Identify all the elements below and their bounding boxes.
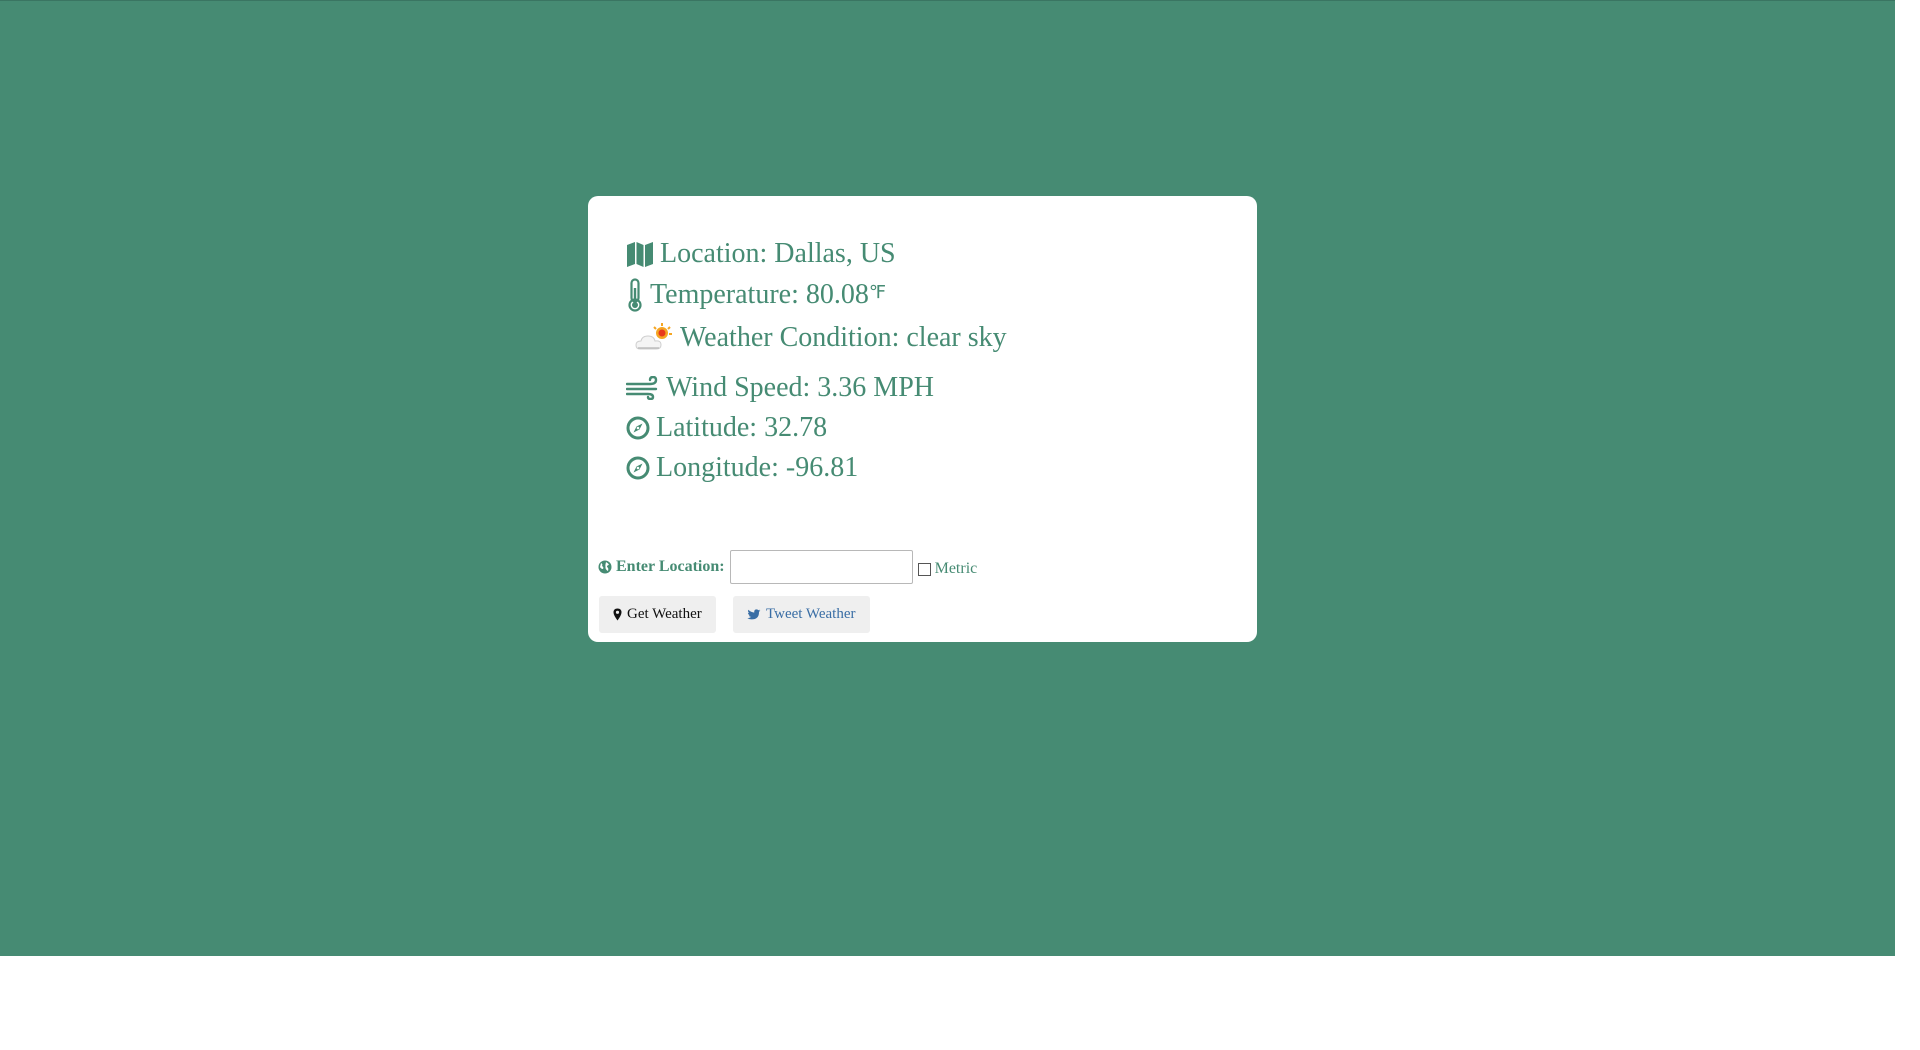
wind-row: Wind Speed: 3.36 MPH (626, 372, 934, 404)
tweet-weather-label: Tweet Weather (766, 606, 856, 622)
compass-icon (626, 416, 650, 440)
wind-text: Wind Speed: 3.36 MPH (666, 372, 934, 403)
thermometer-icon (626, 278, 644, 312)
metric-label: Metric (934, 560, 978, 577)
page-background: Location: Dallas, US Temperature: 80.08 ℉ (0, 0, 1895, 956)
metric-checkbox[interactable] (917, 562, 931, 576)
location-label: Enter Location: (598, 558, 725, 576)
get-weather-label: Get Weather (627, 606, 702, 622)
longitude-row: Longitude: -96.81 (626, 452, 858, 484)
wind-icon (626, 376, 660, 400)
map-marker-icon (613, 608, 622, 621)
weather-card: Location: Dallas, US Temperature: 80.08 ℉ (588, 196, 1257, 642)
globe-icon (598, 560, 612, 574)
metric-toggle[interactable]: Metric (917, 560, 978, 578)
location-form: Enter Location: Metric (598, 550, 977, 584)
temperature-text: Temperature: 80.08 (650, 279, 869, 310)
temperature-unit: ℉ (868, 282, 886, 303)
get-weather-button[interactable]: Get Weather (599, 596, 716, 633)
latitude-row: Latitude: 32.78 (626, 412, 827, 444)
compass-icon (626, 456, 650, 480)
location-input[interactable] (729, 550, 913, 584)
location-label-text: Enter Location: (616, 558, 725, 575)
tweet-weather-button[interactable]: Tweet Weather (733, 596, 870, 633)
sun-behind-cloud-icon (634, 323, 674, 353)
map-icon (626, 240, 654, 268)
longitude-text: Longitude: -96.81 (656, 452, 859, 483)
condition-row: Weather Condition: clear sky (634, 322, 1007, 354)
twitter-icon (747, 608, 761, 621)
condition-text: Weather Condition: clear sky (680, 322, 1007, 353)
temperature-row: Temperature: 80.08 ℉ (626, 278, 886, 312)
latitude-text: Latitude: 32.78 (656, 412, 828, 443)
location-text: Location: Dallas, US (660, 238, 896, 269)
location-row: Location: Dallas, US (626, 238, 896, 270)
